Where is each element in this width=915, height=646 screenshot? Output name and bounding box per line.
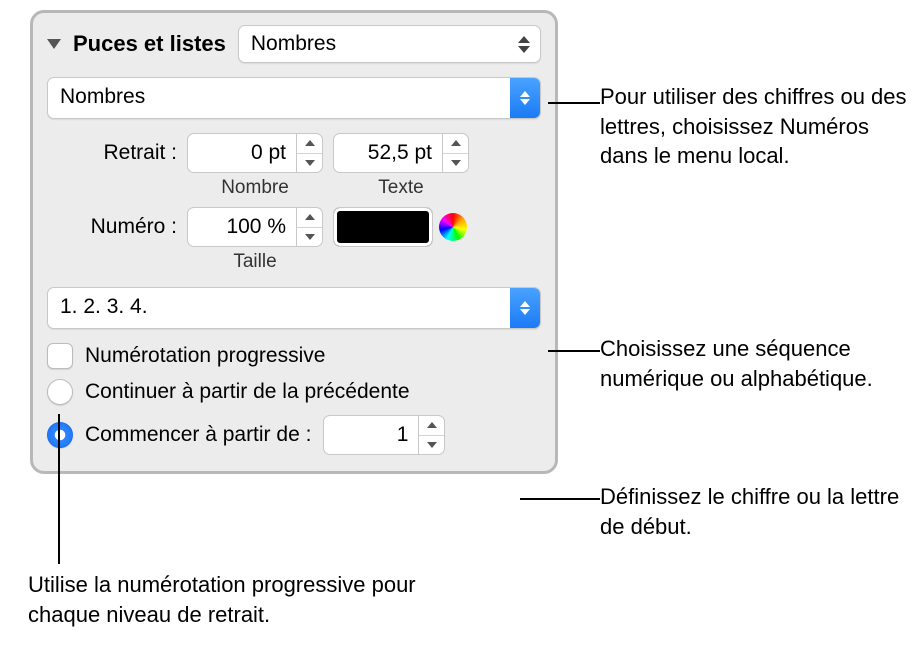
indent-number-stepper[interactable] (187, 133, 323, 173)
progressive-checkbox[interactable] (47, 343, 73, 369)
list-type-popup[interactable]: Nombres (238, 25, 541, 63)
callout-1: Pour utiliser des chiffres ou des lettre… (600, 82, 910, 171)
callout-line (548, 350, 600, 352)
continue-label: Continuer à partir de la précédente (85, 380, 410, 404)
continue-option[interactable]: Continuer à partir de la précédente (47, 379, 541, 405)
callout-line (520, 498, 600, 500)
sequence-value: 1. 2. 3. 4. (48, 288, 510, 328)
indent-text-stepper[interactable] (333, 133, 469, 173)
callout-2: Choisissez une séquence numérique ou alp… (600, 334, 910, 393)
start-option[interactable]: Commencer à partir de : (47, 415, 541, 455)
number-label: Numéro : (47, 207, 177, 239)
start-label: Commencer à partir de : (85, 423, 311, 447)
callout-line-vert (58, 414, 60, 564)
start-radio[interactable] (47, 422, 73, 448)
callout-4: Utilise la numérotation progressive pour… (28, 570, 458, 629)
progressive-label: Numérotation progressive (85, 344, 325, 368)
bullets-lists-panel: Puces et listes Nombres Nombres Retrait … (30, 10, 558, 474)
color-picker-icon[interactable] (439, 213, 467, 241)
number-color-well[interactable] (333, 207, 433, 247)
indent-row: Retrait : Nombre Texte (47, 133, 541, 199)
start-value-stepper[interactable] (323, 415, 445, 455)
panel-header: Puces et listes Nombres (47, 25, 541, 63)
select-stepper-icon (510, 78, 540, 118)
callout-line (548, 102, 600, 104)
number-size-input[interactable] (187, 207, 297, 247)
indent-number-input[interactable] (187, 133, 297, 173)
list-type-value: Nombres (251, 32, 506, 56)
continue-radio[interactable] (47, 379, 73, 405)
indent-text-sublabel: Texte (378, 177, 423, 199)
updown-icon (514, 36, 534, 53)
stepper-buttons[interactable] (419, 415, 445, 455)
select-stepper-icon (510, 288, 540, 328)
bullet-style-select[interactable]: Nombres (47, 77, 541, 119)
stepper-buttons[interactable] (443, 133, 469, 173)
stepper-buttons[interactable] (297, 133, 323, 173)
number-size-sublabel: Taille (233, 251, 276, 273)
start-value-input[interactable] (323, 415, 419, 455)
bullet-style-value: Nombres (48, 78, 510, 118)
panel-title: Puces et listes (73, 31, 226, 57)
number-size-stepper[interactable] (187, 207, 323, 247)
indent-text-input[interactable] (333, 133, 443, 173)
callout-3: Définissez le chiffre ou la lettre de dé… (600, 482, 910, 541)
progressive-row[interactable]: Numérotation progressive (47, 343, 541, 369)
indent-number-sublabel: Nombre (221, 177, 289, 199)
stepper-buttons[interactable] (297, 207, 323, 247)
disclosure-triangle-icon[interactable] (47, 39, 61, 49)
indent-label: Retrait : (47, 133, 177, 165)
number-row: Numéro : Taille (47, 207, 541, 273)
sequence-select[interactable]: 1. 2. 3. 4. (47, 287, 541, 329)
